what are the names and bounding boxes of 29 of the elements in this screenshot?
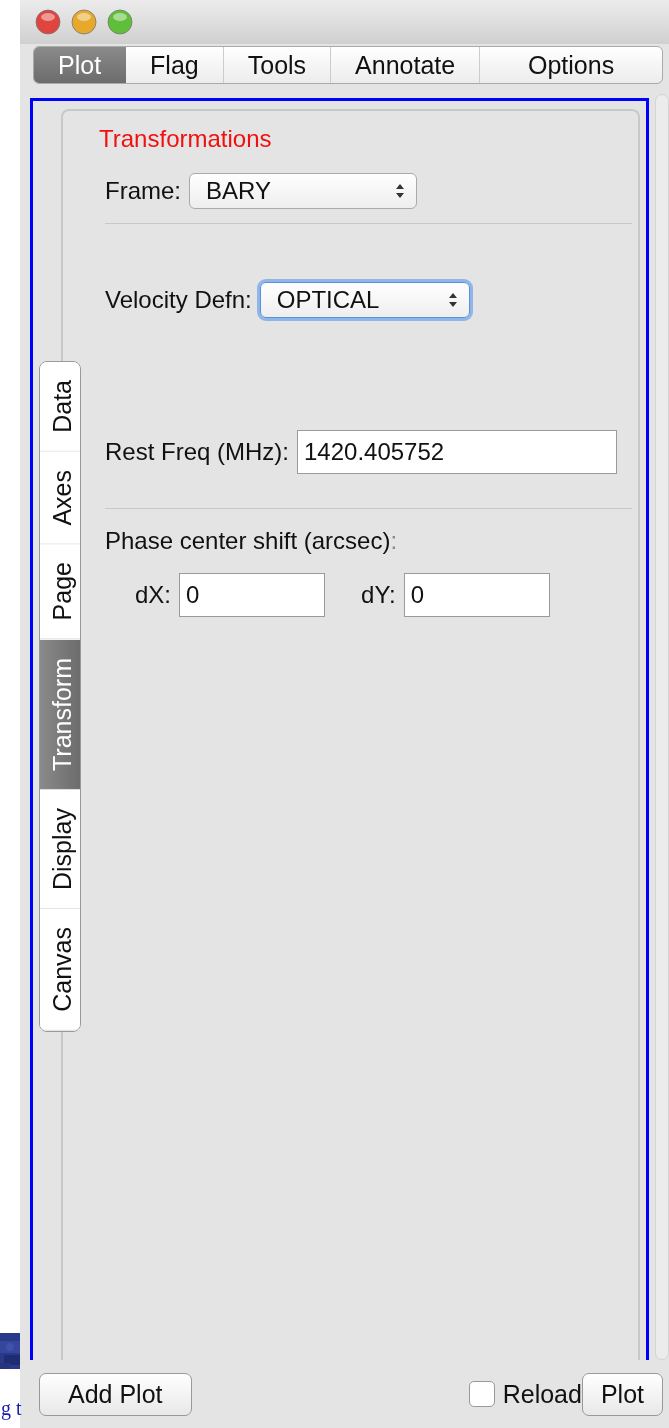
tab[interactable]: Tools (223, 47, 332, 83)
frame-label: Frame: (105, 177, 181, 205)
rest-freq-label: Rest Freq (MHz): (105, 438, 289, 466)
dx-label: dX: (135, 581, 172, 609)
side-tab[interactable]: Transform (40, 639, 80, 790)
side-tab[interactable]: Data (40, 362, 80, 452)
dropdown[interactable]: BARY (189, 173, 417, 209)
side-tab[interactable]: Page (40, 544, 80, 640)
dy-label: dY: (361, 581, 396, 609)
dropdown[interactable]: OPTICAL (259, 282, 470, 318)
dx-field[interactable]: 0 (179, 573, 326, 617)
tab[interactable]: Plot (34, 47, 127, 83)
add-plot-button[interactable]: Add Plot (39, 1372, 192, 1416)
minimize-icon[interactable] (71, 9, 97, 35)
reload-label: Reload (502, 1379, 582, 1409)
background-link-text: g t (1, 1397, 20, 1420)
tab[interactable]: Flag (126, 47, 224, 83)
scrollbar[interactable] (655, 94, 669, 1360)
rest-freq-field[interactable]: 1420.405752 (297, 430, 617, 474)
section-title: Transformations (99, 125, 273, 153)
close-icon[interactable] (35, 9, 61, 35)
reload-checkbox[interactable] (468, 1381, 495, 1407)
dy-field[interactable]: 0 (403, 573, 550, 617)
plot-button[interactable]: Plot (581, 1372, 663, 1416)
zoom-icon[interactable] (107, 9, 133, 35)
phase-shift-label: Phase center shift (arcsec): (105, 527, 398, 555)
tab[interactable]: Annotate (331, 47, 481, 83)
velocity-label: Velocity Defn: (105, 286, 252, 314)
tab[interactable]: Options (480, 47, 662, 83)
